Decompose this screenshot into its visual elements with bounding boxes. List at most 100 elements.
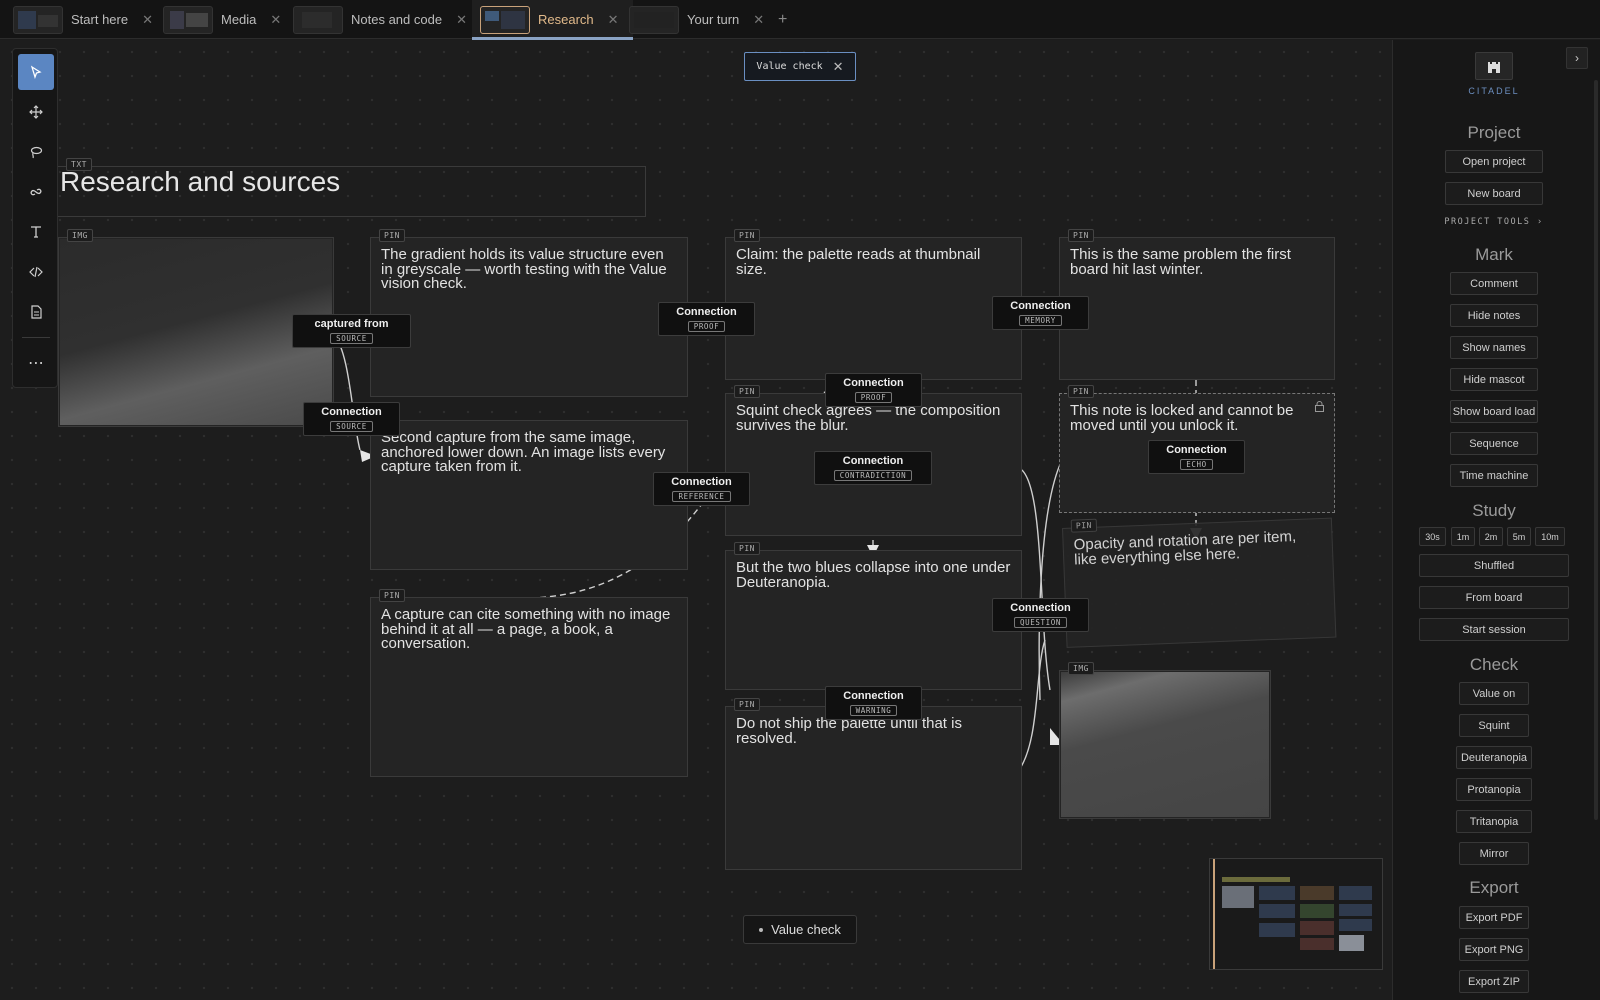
duration-1m-button[interactable]: 1m: [1451, 527, 1475, 546]
tab-research[interactable]: Research ✕: [472, 0, 633, 40]
collapse-panel-button[interactable]: ›: [1566, 47, 1588, 69]
hide-mascot-button[interactable]: Hide mascot: [1450, 368, 1538, 391]
document-icon: [31, 305, 42, 319]
title-text-block[interactable]: TXT Research and sources: [57, 158, 646, 217]
value-on-button[interactable]: Value on: [1459, 682, 1529, 705]
value-check-chip[interactable]: Value check ✕: [744, 52, 856, 81]
more-tools-button[interactable]: ⋯: [18, 345, 54, 381]
note-text: The gradient holds its value structure e…: [381, 246, 667, 292]
connection-label[interactable]: captured from SOURCE: [292, 314, 411, 348]
duration-30s-button[interactable]: 30s: [1419, 527, 1446, 546]
lasso-icon: [30, 146, 43, 159]
close-icon[interactable]: ✕: [270, 12, 281, 28]
comment-button[interactable]: Comment: [1450, 272, 1538, 295]
from-board-button[interactable]: From board: [1419, 586, 1569, 609]
pin-note[interactable]: PIN But the two blues collapse into one …: [725, 542, 1022, 690]
move-tool-button[interactable]: [18, 94, 54, 130]
tab-media[interactable]: Media ✕: [163, 0, 281, 39]
connection-label[interactable]: Connection QUESTION: [992, 598, 1089, 632]
section-check: Check: [1469, 655, 1519, 674]
close-icon[interactable]: ✕: [456, 12, 467, 28]
open-project-button[interactable]: Open project: [1445, 150, 1543, 173]
connection-label-text: Connection: [321, 406, 382, 418]
tab-label: Notes and code: [351, 12, 443, 27]
section-export: Export: [1469, 878, 1519, 897]
connection-label[interactable]: Connection ECHO: [1148, 440, 1245, 474]
tritanopia-button[interactable]: Tritanopia: [1456, 810, 1532, 833]
connection-label[interactable]: Connection WARNING: [825, 686, 922, 720]
connect-tool-button[interactable]: [18, 174, 54, 210]
code-tool-button[interactable]: [18, 254, 54, 290]
connection-label-text: Connection: [671, 476, 732, 488]
note-text: Claim: the palette reads at thumbnail si…: [736, 246, 981, 278]
close-icon[interactable]: ✕: [608, 12, 619, 28]
start-session-button[interactable]: Start session: [1419, 618, 1569, 641]
brand-name: CITADEL: [1468, 86, 1520, 96]
export-png-button[interactable]: Export PNG: [1459, 938, 1529, 961]
mirror-button[interactable]: Mirror: [1459, 842, 1529, 865]
connection-label[interactable]: Connection PROOF: [658, 302, 755, 336]
connection-kind-badge: WARNING: [849, 705, 898, 716]
select-tool-button[interactable]: [18, 54, 54, 90]
close-icon[interactable]: ✕: [753, 12, 764, 28]
connection-label[interactable]: Connection CONTRADICTION: [814, 451, 932, 485]
export-pdf-button[interactable]: Export PDF: [1459, 906, 1529, 929]
connection-label[interactable]: Connection MEMORY: [992, 296, 1089, 330]
pin-note[interactable]: PIN The gradient holds its value structu…: [370, 229, 688, 397]
minimap-item: [1300, 886, 1334, 900]
document-tool-button[interactable]: [18, 294, 54, 330]
connection-label-text: captured from: [314, 318, 389, 330]
hide-notes-button[interactable]: Hide notes: [1450, 304, 1538, 327]
sequence-button[interactable]: Sequence: [1450, 432, 1538, 455]
panel-scrollbar[interactable]: [1594, 80, 1598, 820]
connection-label[interactable]: Connection REFERENCE: [653, 472, 750, 506]
squint-button[interactable]: Squint: [1459, 714, 1529, 737]
active-check-status[interactable]: Value check: [743, 915, 857, 944]
tab-your-turn[interactable]: Your turn ✕: [629, 0, 764, 39]
protanopia-button[interactable]: Protanopia: [1456, 778, 1532, 801]
connection-label-text: Connection: [843, 690, 904, 702]
minimap-item: [1339, 935, 1364, 951]
item-type-tag: PIN: [379, 589, 405, 602]
board-canvas[interactable]: TXT Research and sources IMG PIN The gra…: [0, 40, 1392, 1000]
tab-start-here[interactable]: Start here ✕: [13, 0, 153, 39]
pin-note[interactable]: PIN A capture can cite something with no…: [370, 589, 688, 777]
minimap[interactable]: [1209, 858, 1383, 970]
shuffled-button[interactable]: Shuffled: [1419, 554, 1569, 577]
tab-thumbnail: [480, 5, 530, 34]
image-card[interactable]: IMG: [1059, 662, 1271, 819]
time-machine-button[interactable]: Time machine: [1450, 464, 1538, 487]
connection-label[interactable]: Connection SOURCE: [303, 402, 400, 436]
duration-10m-button[interactable]: 10m: [1535, 527, 1565, 546]
item-type-tag: PIN: [1068, 229, 1094, 242]
status-label: Value check: [771, 922, 841, 937]
export-zip-button[interactable]: Export ZIP: [1459, 970, 1529, 993]
item-type-tag: PIN: [1070, 518, 1098, 533]
duration-2m-button[interactable]: 2m: [1479, 527, 1503, 546]
connection-label[interactable]: Connection PROOF: [825, 373, 922, 407]
note-text: Do not ship the palette until that is re…: [736, 715, 962, 747]
deuteranopia-button[interactable]: Deuteranopia: [1456, 746, 1532, 769]
pin-note[interactable]: Second capture from the same image, anch…: [370, 420, 688, 570]
show-board-load-button[interactable]: Show board load: [1450, 400, 1538, 423]
lasso-tool-button[interactable]: [18, 134, 54, 170]
tab-thumbnail: [163, 5, 213, 34]
add-tab-button[interactable]: +: [778, 11, 787, 29]
text-tool-button[interactable]: [18, 214, 54, 250]
duration-5m-button[interactable]: 5m: [1507, 527, 1531, 546]
tab-notes-and-code[interactable]: Notes and code ✕: [293, 0, 467, 39]
close-icon[interactable]: ✕: [142, 12, 153, 28]
section-project: Project: [1467, 123, 1521, 142]
minimap-viewport-edge: [1213, 859, 1215, 969]
section-mark: Mark: [1475, 245, 1513, 264]
rotated-pin-note[interactable]: PIN Opacity and rotation are per item, l…: [1062, 517, 1337, 648]
show-names-button[interactable]: Show names: [1450, 336, 1538, 359]
link-icon: [30, 188, 42, 196]
pin-note[interactable]: PIN Claim: the palette reads at thumbnai…: [725, 229, 1022, 380]
project-tools-toggle[interactable]: PROJECT TOOLS ›: [1393, 217, 1595, 227]
new-board-button[interactable]: New board: [1445, 182, 1543, 205]
note-text: This note is locked and cannot be moved …: [1070, 402, 1294, 434]
pin-note[interactable]: PIN Do not ship the palette until that i…: [725, 698, 1022, 870]
close-icon[interactable]: ✕: [833, 59, 844, 75]
pin-note[interactable]: PIN This is the same problem the first b…: [1059, 229, 1335, 380]
